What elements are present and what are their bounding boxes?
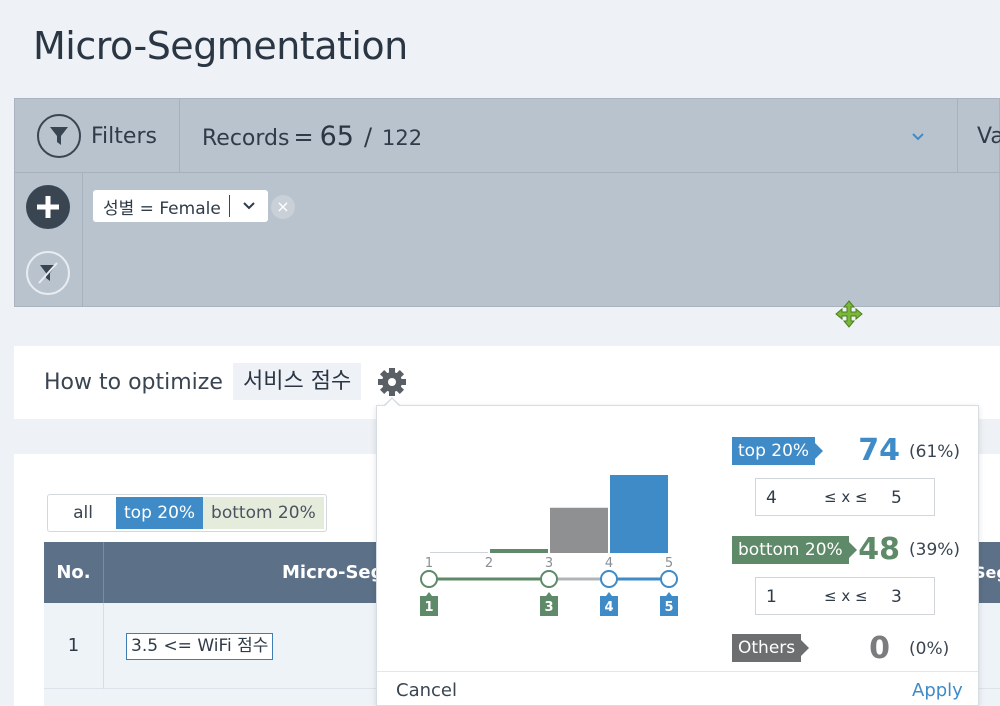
funnel-off-icon [38, 262, 58, 284]
bottom-segment-tag: bottom 20% [732, 536, 857, 564]
records-slash: / [363, 123, 373, 151]
segment-bottom-button[interactable]: bottom 20% [203, 497, 324, 529]
records-equals: = [293, 123, 314, 151]
slider-handle-label: 4 [604, 600, 613, 615]
others-segment-tag: Others [732, 634, 810, 662]
column-header-no[interactable]: No. [44, 542, 104, 603]
slider-handle[interactable] [660, 570, 678, 588]
segment-all-button[interactable]: all [50, 497, 116, 529]
apply-button[interactable]: Apply [912, 680, 963, 701]
filter-bar: Filters Records = 65 / 122 Va 성별 = Femal… [14, 98, 1000, 307]
bottom-range-min[interactable]: 1 [766, 587, 777, 607]
top-range-input[interactable]: 4 ≤ x ≤ 5 [755, 478, 935, 516]
histogram-bar-3 [550, 507, 608, 553]
histogram: 1 2 3 4 5 1 3 4 5 [420, 475, 678, 616]
records-count: 65 [319, 121, 354, 152]
filters-toggle[interactable]: Filters [15, 99, 180, 173]
filters-label: Filters [91, 123, 157, 149]
histogram-bar-4 [610, 475, 668, 553]
histogram-tick-label: 5 [665, 556, 673, 571]
slider-handle-label: 1 [424, 600, 433, 615]
segment-top-button[interactable]: top 20% [116, 497, 204, 529]
top-range-min[interactable]: 4 [766, 488, 777, 508]
histogram-tick-label: 2 [485, 556, 493, 571]
slider-handle-label: 3 [544, 600, 553, 615]
clear-filter-button[interactable] [26, 251, 70, 295]
records-total: 122 [382, 126, 423, 150]
top-count: 74 [858, 433, 900, 468]
top-segment-tag: top 20% [732, 437, 824, 465]
histogram-tick-label: 1 [425, 556, 433, 571]
chevron-down-icon[interactable] [908, 127, 928, 147]
slider-handle[interactable] [540, 570, 558, 588]
histogram-tick-label: 4 [605, 556, 613, 571]
optimize-target[interactable]: 서비스 점수 [233, 363, 362, 400]
slider-handle-label: 5 [664, 600, 673, 615]
bottom-range-input[interactable]: 1 ≤ x ≤ 3 [755, 577, 935, 615]
slider-handle[interactable] [420, 570, 438, 588]
bottom-range-operator: ≤ x ≤ [824, 587, 868, 605]
filter-chip[interactable]: 성별 = Female [93, 190, 268, 222]
cancel-button[interactable]: Cancel [396, 680, 457, 701]
values-tab[interactable]: Va [957, 99, 1000, 173]
popover-caret-inner [385, 399, 399, 406]
segment-toggle: all top 20% bottom 20% [47, 494, 327, 532]
move-icon[interactable] [835, 300, 863, 328]
optimize-label: How to optimize [44, 370, 223, 395]
row-number: 1 [44, 603, 104, 689]
popover-footer: Cancel Apply [377, 671, 978, 706]
add-filter-button[interactable] [26, 185, 70, 229]
others-count: 0 [869, 631, 890, 666]
records-summary: Records = 65 / 122 [202, 121, 422, 152]
chevron-down-icon[interactable] [230, 202, 268, 210]
histogram-bar-2 [490, 549, 548, 553]
top-percent: (61%) [909, 442, 961, 462]
histogram-bar-1 [430, 552, 488, 553]
page-title: Micro-Segmentation [33, 24, 408, 68]
segment-condition: 3.5 <= WiFi 점수 [126, 633, 274, 660]
filter-chip-label: 성별 = Female [103, 198, 221, 219]
funnel-icon [37, 114, 81, 158]
bottom-count: 48 [858, 532, 900, 567]
top-range-operator: ≤ x ≤ [824, 488, 868, 506]
records-label: Records [202, 126, 290, 151]
top-range-max[interactable]: 5 [891, 488, 902, 508]
gear-icon[interactable] [376, 366, 408, 398]
bottom-percent: (39%) [909, 540, 961, 560]
remove-filter-button[interactable]: × [271, 195, 295, 219]
filter-bar-header: Filters Records = 65 / 122 Va [15, 99, 1000, 173]
slider-handle[interactable] [600, 570, 618, 588]
bottom-range-max[interactable]: 3 [891, 587, 902, 607]
filter-actions [15, 173, 83, 307]
others-percent: (0%) [909, 639, 950, 659]
range-popover: 1 2 3 4 5 1 3 4 5 top 20% 74 (61%) 4 ≤ x ≤ 5 bot… [376, 405, 979, 706]
histogram-tick-label: 3 [545, 556, 553, 571]
